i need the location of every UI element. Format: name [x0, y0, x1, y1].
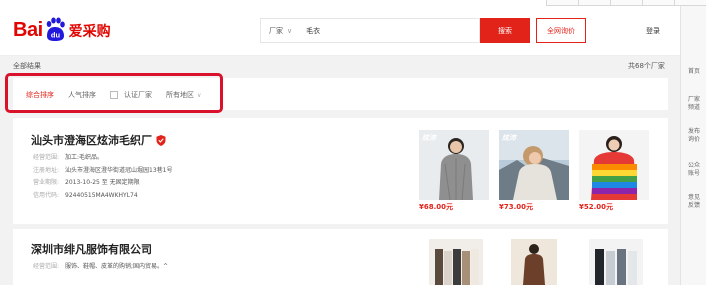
sidebar-item-post-inquiry[interactable]: 发布询价 — [686, 128, 702, 144]
product-item[interactable] — [589, 239, 643, 285]
product-image[interactable] — [589, 239, 643, 285]
sort-popular[interactable]: 人气排序 — [68, 90, 96, 100]
company-name: 汕头市澄海区炫沛毛织厂 — [31, 134, 152, 147]
logo-chinese-text: 爱采购 — [68, 23, 111, 40]
product-item[interactable]: 炫沛 ¥73.00元 — [499, 130, 569, 212]
sidebar-item-feedback[interactable]: 意见反馈 — [686, 194, 702, 210]
company-card: 汕头市澄海区炫沛毛织厂 经营范围: 加工:毛织品。 注册地址: 汕头市澄海区澄华街道… — [13, 118, 668, 224]
product-brand-tag: 炫沛 — [422, 134, 436, 142]
region-label: 所有地区 — [166, 91, 194, 99]
certified-checkbox[interactable] — [110, 91, 118, 99]
inquiry-button[interactable]: 全网询价 — [536, 18, 586, 43]
sidebar-item-home[interactable]: 首页 — [681, 68, 706, 76]
company-name-link[interactable]: 深圳市绯凡服饰有限公司 — [31, 241, 152, 257]
product-image[interactable]: 炫沛 — [419, 130, 489, 200]
sidebar-item-factory-channel[interactable]: 厂家频道 — [686, 96, 702, 112]
company-name-link[interactable]: 汕头市澄海区炫沛毛织厂 — [31, 132, 166, 148]
certified-label: 认证厂家 — [124, 91, 152, 99]
product-item[interactable] — [429, 239, 483, 285]
company-info: 经营范围: 服饰、鞋帽、皮革的购销;国内贸易。^ — [33, 261, 168, 274]
search-button[interactable]: 搜索 — [480, 18, 530, 43]
svg-text:du: du — [51, 30, 61, 39]
info-row-credit-code: 信用代码: 92440515MA4WKHYL74 — [33, 191, 138, 199]
product-image[interactable]: 炫沛 — [499, 130, 569, 200]
baidu-aicaigou-logo[interactable]: Bai du 爱采购 — [13, 17, 111, 42]
product-item[interactable] — [511, 239, 557, 285]
chevron-down-icon: ∨ — [287, 26, 293, 35]
company-name: 深圳市绯凡服饰有限公司 — [31, 243, 152, 256]
right-sidebar: 首页 厂家频道 发布询价 公众账号 意见反馈 — [680, 6, 706, 285]
product-brand-tag: 炫沛 — [502, 134, 516, 142]
verified-shield-icon — [156, 134, 166, 146]
search-input[interactable] — [306, 26, 457, 35]
login-link[interactable]: 登录 — [646, 26, 660, 36]
search-box: 厂家 ∨ — [260, 18, 480, 43]
product-image[interactable] — [579, 130, 649, 200]
product-item[interactable]: ¥52.00元 — [579, 130, 649, 212]
product-price: ¥73.00元 — [499, 203, 534, 211]
product-item[interactable]: 炫沛 ¥68.00元 — [419, 130, 489, 212]
chevron-down-icon: ∨ — [197, 91, 202, 99]
logo-text: Bai — [13, 19, 43, 41]
filter-items: 综合排序 人气排序 认证厂家 所有地区 ∨ — [26, 90, 215, 100]
search-type-select[interactable]: 厂家 ∨ — [261, 26, 292, 36]
certified-filter[interactable]: 认证厂家 — [110, 90, 152, 100]
info-row-business-scope: 经营范围: 服饰、鞋帽、皮革的购销;国内贸易。^ — [33, 263, 169, 270]
region-select[interactable]: 所有地区 ∨ — [166, 90, 201, 100]
header: Bai du 爱采购 厂家 ∨ 搜索 全网询价 登录 — [0, 6, 680, 56]
sort-comprehensive[interactable]: 综合排序 — [26, 90, 54, 100]
info-row-term: 营业期限: 2013-10-25 至 无固定期限 — [33, 179, 140, 186]
info-row-address: 注册地址: 汕头市澄海区澄华街道冠山堀园13巷1号 — [33, 166, 173, 174]
product-price: ¥68.00元 — [419, 203, 454, 211]
company-info: 经营范围: 加工:毛织品。 注册地址: 汕头市澄海区澄华街道冠山堀园13巷1号 营业… — [33, 152, 172, 202]
all-results-label: 全部结果 — [13, 62, 41, 70]
product-image[interactable] — [429, 239, 483, 285]
info-row-business-scope: 经营范围: 加工:毛织品。 — [33, 154, 104, 161]
product-price: ¥52.00元 — [579, 203, 614, 211]
paw-icon: du — [44, 17, 66, 42]
search-type-label: 厂家 — [269, 26, 283, 35]
result-count: 共68个厂家 — [628, 62, 665, 70]
product-image[interactable] — [511, 239, 557, 285]
company-card: 深圳市绯凡服饰有限公司 经营范围: 服饰、鞋帽、皮革的购销;国内贸易。^ — [13, 229, 668, 285]
sidebar-item-official-account[interactable]: 公众账号 — [686, 162, 702, 178]
